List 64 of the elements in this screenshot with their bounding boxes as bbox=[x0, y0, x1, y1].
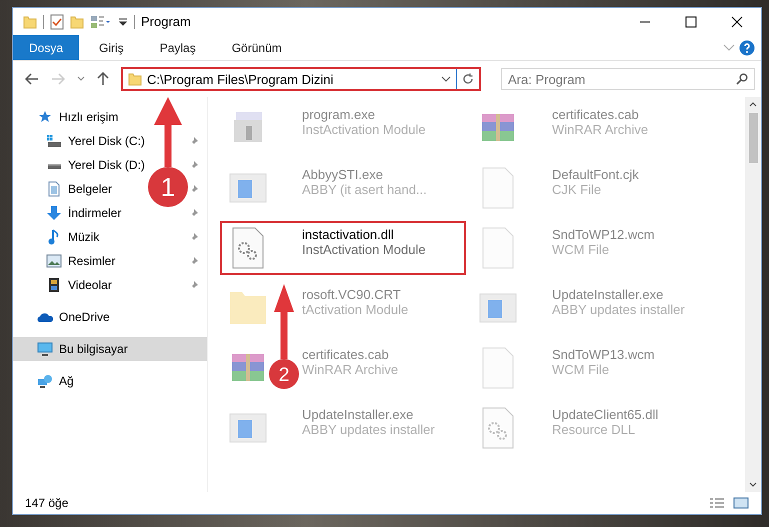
ribbon-tab[interactable]: Paylaş bbox=[144, 35, 212, 60]
window-title: Program bbox=[141, 14, 191, 29]
sidebar-item[interactable]: Resimler bbox=[13, 249, 120, 273]
callout-badge: 1 bbox=[148, 167, 188, 207]
film-icon bbox=[46, 277, 62, 293]
scroll-thumb[interactable] bbox=[748, 113, 758, 163]
star-icon bbox=[37, 110, 53, 124]
search-field[interactable]: Ara: Program bbox=[501, 68, 755, 90]
file-type: InstActivation Module bbox=[302, 242, 426, 257]
chevron-icon[interactable] bbox=[77, 76, 85, 82]
scrollbar[interactable] bbox=[745, 97, 761, 492]
sidebar-item[interactable]: Ağ bbox=[13, 369, 207, 393]
close-button[interactable] bbox=[731, 16, 743, 28]
scroll-up-icon[interactable] bbox=[749, 101, 757, 107]
file-name[interactable]: instactivation.dll bbox=[302, 227, 426, 242]
file-type: ABBY updates installer bbox=[302, 422, 435, 437]
file-type: WinRAR Archive bbox=[302, 362, 398, 377]
refresh-icon[interactable] bbox=[462, 73, 474, 85]
checklist-icon[interactable] bbox=[50, 14, 64, 30]
file-type: ABBY updates installer bbox=[552, 302, 685, 317]
callout-badge: 2 bbox=[269, 359, 299, 389]
sidebar-item[interactable]: Hızlı erişim bbox=[13, 105, 207, 129]
sidebar-item[interactable]: İndirmeler bbox=[13, 201, 126, 225]
file-type: Resource DLL bbox=[552, 422, 636, 437]
network-icon bbox=[37, 374, 53, 388]
drive-win-icon bbox=[46, 134, 62, 148]
file-type: InstActivation Module bbox=[302, 122, 426, 137]
ribbon-tab[interactable]: Giriş bbox=[83, 35, 140, 60]
sidebar-item[interactable]: Belgeler bbox=[13, 177, 116, 201]
file-type: CJK File bbox=[552, 182, 602, 197]
maximize-button[interactable] bbox=[685, 16, 697, 28]
chevron-icon[interactable] bbox=[441, 76, 451, 82]
file-type: WinRAR Archive bbox=[552, 122, 648, 137]
document-icon bbox=[46, 181, 62, 197]
file-type: WCM File bbox=[552, 242, 610, 257]
address-path: C:\Program Files\Program Dizini bbox=[147, 72, 334, 86]
file-type: ABBY (it asert hand... bbox=[302, 182, 427, 197]
ribbon-tab[interactable]: Dosya bbox=[13, 35, 80, 60]
back-arrow-icon[interactable] bbox=[25, 73, 39, 85]
up-arrow-icon[interactable] bbox=[97, 72, 109, 86]
sidebar-item[interactable]: Müzik bbox=[13, 225, 104, 249]
help-icon[interactable] bbox=[739, 40, 755, 56]
dropdown-icon[interactable] bbox=[118, 16, 128, 28]
computer-icon bbox=[37, 342, 53, 356]
details-view-icon[interactable] bbox=[709, 497, 725, 509]
properties-icon[interactable] bbox=[90, 14, 112, 28]
ribbon-tab[interactable]: Görünüm bbox=[216, 35, 298, 60]
sidebar-item[interactable]: Yerel Disk (D:) bbox=[13, 153, 149, 177]
address-bar[interactable]: C:\Program Files\Program Dizini bbox=[121, 67, 481, 91]
file-type: WCM File bbox=[552, 362, 610, 377]
item-count: 147 öğe bbox=[25, 496, 68, 510]
sidebar-item[interactable]: OneDrive bbox=[13, 305, 207, 329]
sidebar-item[interactable]: Bu bilgisayar bbox=[13, 337, 207, 361]
scroll-down-icon[interactable] bbox=[749, 482, 757, 488]
cloud-icon bbox=[37, 311, 53, 323]
picture-icon bbox=[46, 254, 62, 268]
search-icon bbox=[736, 73, 748, 85]
folder-icon bbox=[128, 72, 142, 86]
large-icons-view-icon[interactable] bbox=[733, 497, 749, 509]
download-icon bbox=[46, 205, 62, 221]
sidebar-item[interactable]: Videolar bbox=[13, 273, 116, 297]
sidebar-item[interactable]: Yerel Disk (C:) bbox=[13, 129, 149, 153]
callout-arrow bbox=[154, 97, 182, 167]
file-type: tActivation Module bbox=[302, 302, 408, 317]
